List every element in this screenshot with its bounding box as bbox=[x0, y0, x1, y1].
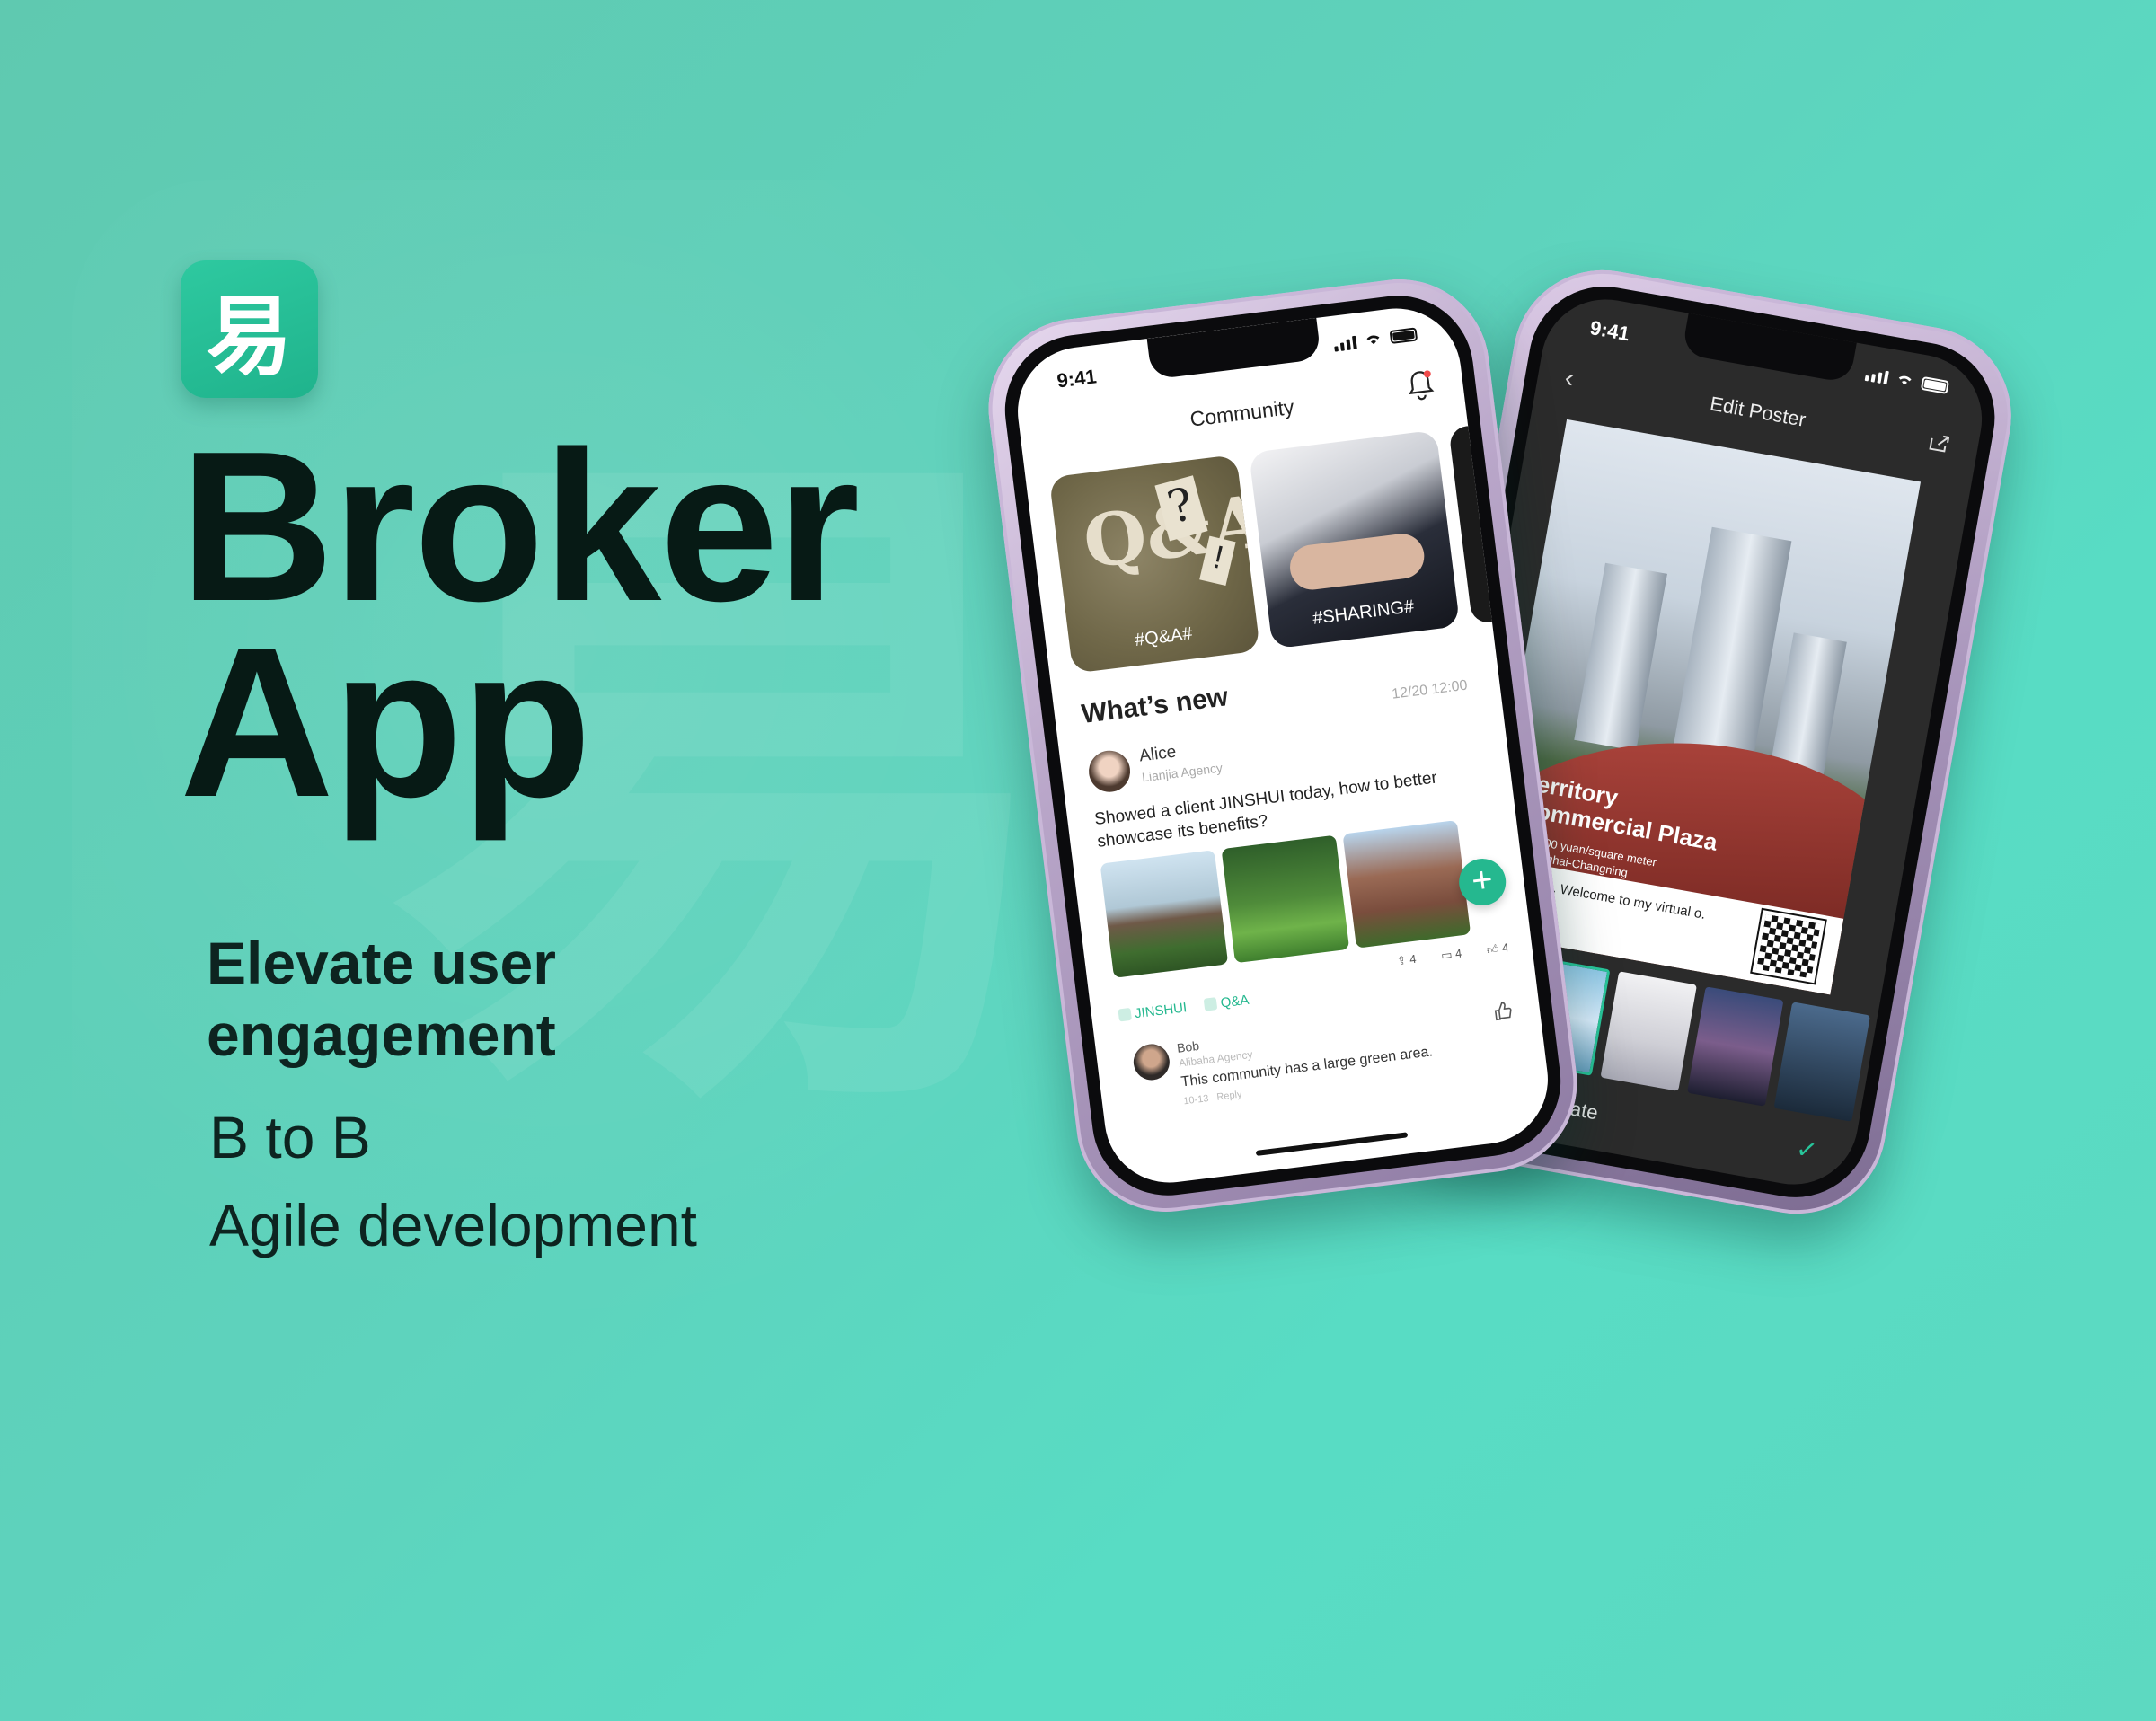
share-icon[interactable] bbox=[1924, 428, 1953, 457]
logo-glyph: 易 bbox=[206, 287, 293, 387]
status-time: 9:41 bbox=[1588, 316, 1631, 346]
status-icons bbox=[1864, 365, 1950, 395]
topic-tile-label: #Q&A# bbox=[1133, 623, 1194, 651]
hash-icon bbox=[1204, 997, 1218, 1011]
handshake-image bbox=[1287, 531, 1427, 593]
hero-title-line2: App bbox=[180, 604, 592, 842]
tag-chip[interactable]: JINSHUI bbox=[1118, 1000, 1188, 1023]
status-time: 9:41 bbox=[1056, 365, 1098, 393]
like-count: 4 bbox=[1501, 940, 1510, 955]
topic-tile-more[interactable] bbox=[1448, 424, 1508, 625]
template-thumb[interactable] bbox=[1686, 986, 1784, 1107]
template-thumb[interactable] bbox=[1773, 1002, 1870, 1122]
share-action[interactable]: ⇪ 4 bbox=[1396, 952, 1418, 969]
poster-building-image bbox=[1671, 526, 1792, 772]
tag-label: Q&A bbox=[1219, 992, 1250, 1011]
app-logo: 易 bbox=[181, 260, 318, 398]
thumbs-up-icon: 👍︎ bbox=[1486, 940, 1503, 957]
comment-count: 4 bbox=[1454, 946, 1463, 961]
topic-tile-label: #SHARING# bbox=[1312, 596, 1416, 629]
bell-icon[interactable] bbox=[1403, 366, 1437, 402]
home-indicator bbox=[1255, 1132, 1409, 1157]
poster-building-image bbox=[1574, 562, 1667, 751]
post-image[interactable] bbox=[1100, 850, 1229, 978]
phone-bezel: 9:41 Community Q&A ? ! #Q&A# #SHA bbox=[996, 287, 1569, 1205]
tag-chip[interactable]: Q&A bbox=[1204, 993, 1250, 1013]
wifi-icon bbox=[1898, 375, 1912, 385]
phone-community: 9:41 Community Q&A ? ! #Q&A# #SHA bbox=[978, 269, 1587, 1222]
battery-icon bbox=[1389, 326, 1418, 344]
comment-text: This community has a large green area. bbox=[1180, 1044, 1434, 1090]
community-screen: 9:41 Community Q&A ? ! #Q&A# #SHA bbox=[1010, 301, 1556, 1190]
battery-icon bbox=[1920, 375, 1950, 394]
avatar[interactable] bbox=[1131, 1042, 1172, 1082]
signal-icon bbox=[1333, 333, 1357, 352]
topic-carousel: Q&A ? ! #Q&A# #SHARING# bbox=[1048, 424, 1508, 674]
comment-meta: 10-13 Reply bbox=[1183, 1089, 1242, 1107]
status-icons bbox=[1333, 325, 1418, 352]
feed-post[interactable]: Alice Lianjia Agency Showed a client JIN… bbox=[1086, 705, 1512, 1023]
hero-title: Broker App bbox=[180, 408, 860, 842]
post-username[interactable]: Alice bbox=[1138, 743, 1178, 767]
subtitle-agile: Agile development bbox=[209, 1192, 698, 1258]
wifi-icon bbox=[1366, 335, 1380, 345]
hero-title-line1: Broker bbox=[180, 408, 860, 646]
post-date: 12/20 12:00 bbox=[1391, 677, 1469, 702]
subtitle-b2b: B to B bbox=[209, 1104, 371, 1170]
share-count: 4 bbox=[1409, 951, 1418, 966]
qr-code-icon bbox=[1750, 907, 1827, 985]
tag-icon bbox=[1118, 1007, 1133, 1022]
check-icon[interactable]: ✓ bbox=[1794, 1134, 1820, 1167]
tag-label: JINSHUI bbox=[1134, 1000, 1188, 1022]
like-action[interactable]: 👍︎ 4 bbox=[1486, 940, 1509, 958]
avatar[interactable] bbox=[1086, 748, 1133, 795]
reply-link[interactable]: Reply bbox=[1216, 1089, 1242, 1102]
topic-tile-qa[interactable]: Q&A ? ! #Q&A# bbox=[1048, 454, 1260, 674]
post-image[interactable] bbox=[1342, 820, 1471, 949]
template-thumb[interactable] bbox=[1600, 971, 1697, 1091]
whats-new-heading: What’s new bbox=[1080, 682, 1230, 729]
comment-date: 10-13 bbox=[1182, 1093, 1210, 1108]
thumbs-up-icon[interactable] bbox=[1492, 1000, 1515, 1022]
tagline: Elevate user engagement bbox=[207, 930, 556, 1068]
comment-username[interactable]: Bob bbox=[1176, 1038, 1200, 1055]
comment-action[interactable]: ▭ 4 bbox=[1440, 947, 1462, 964]
signal-icon bbox=[1864, 365, 1890, 385]
topic-tile-sharing[interactable]: #SHARING# bbox=[1249, 429, 1461, 649]
post-image[interactable] bbox=[1221, 834, 1350, 964]
